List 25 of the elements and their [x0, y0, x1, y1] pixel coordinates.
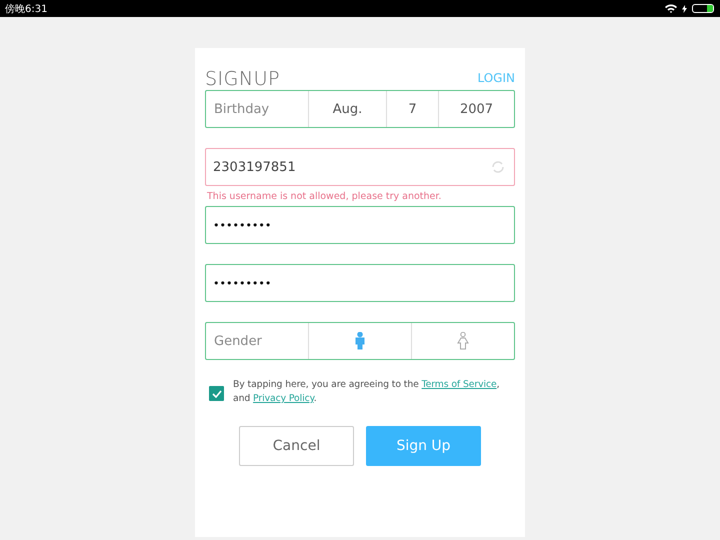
birthday-field[interactable]: Birthday Aug. 7 2007: [205, 90, 515, 128]
male-figure-icon: [355, 332, 365, 350]
confirm-password-value: •••••••••: [212, 276, 272, 290]
gender-label: Gender: [206, 323, 309, 359]
agreement-checkbox[interactable]: [209, 386, 224, 401]
agreement-text: By tapping here, you are agreeing to the Terms of Service, and Privacy Policy.: [233, 378, 500, 406]
month-selector[interactable]: Aug.: [309, 91, 387, 127]
refresh-icon[interactable]: [490, 159, 506, 175]
username-field[interactable]: 2303197851: [205, 148, 515, 186]
female-figure-icon: [457, 332, 469, 350]
gender-field[interactable]: Gender: [205, 322, 515, 360]
error-message: This username is not allowed, please try another.: [207, 190, 442, 202]
username-value: 2303197851: [212, 160, 297, 174]
birthday-label: Birthday: [206, 91, 309, 127]
wifi-icon: [665, 4, 677, 13]
password-value: •••••••••: [212, 218, 272, 232]
status-time: 傍晚6:31: [5, 2, 48, 16]
checkmark-icon: [212, 390, 222, 398]
battery-icon: [692, 4, 714, 13]
confirm-password-field[interactable]: •••••••••: [205, 264, 515, 302]
day-selector[interactable]: 7: [387, 91, 439, 127]
cancel-button[interactable]: Cancel: [239, 426, 354, 466]
password-field[interactable]: •••••••••: [205, 206, 515, 244]
signup-title: SIGNUP: [205, 68, 280, 90]
year-selector[interactable]: 2007: [439, 91, 514, 127]
